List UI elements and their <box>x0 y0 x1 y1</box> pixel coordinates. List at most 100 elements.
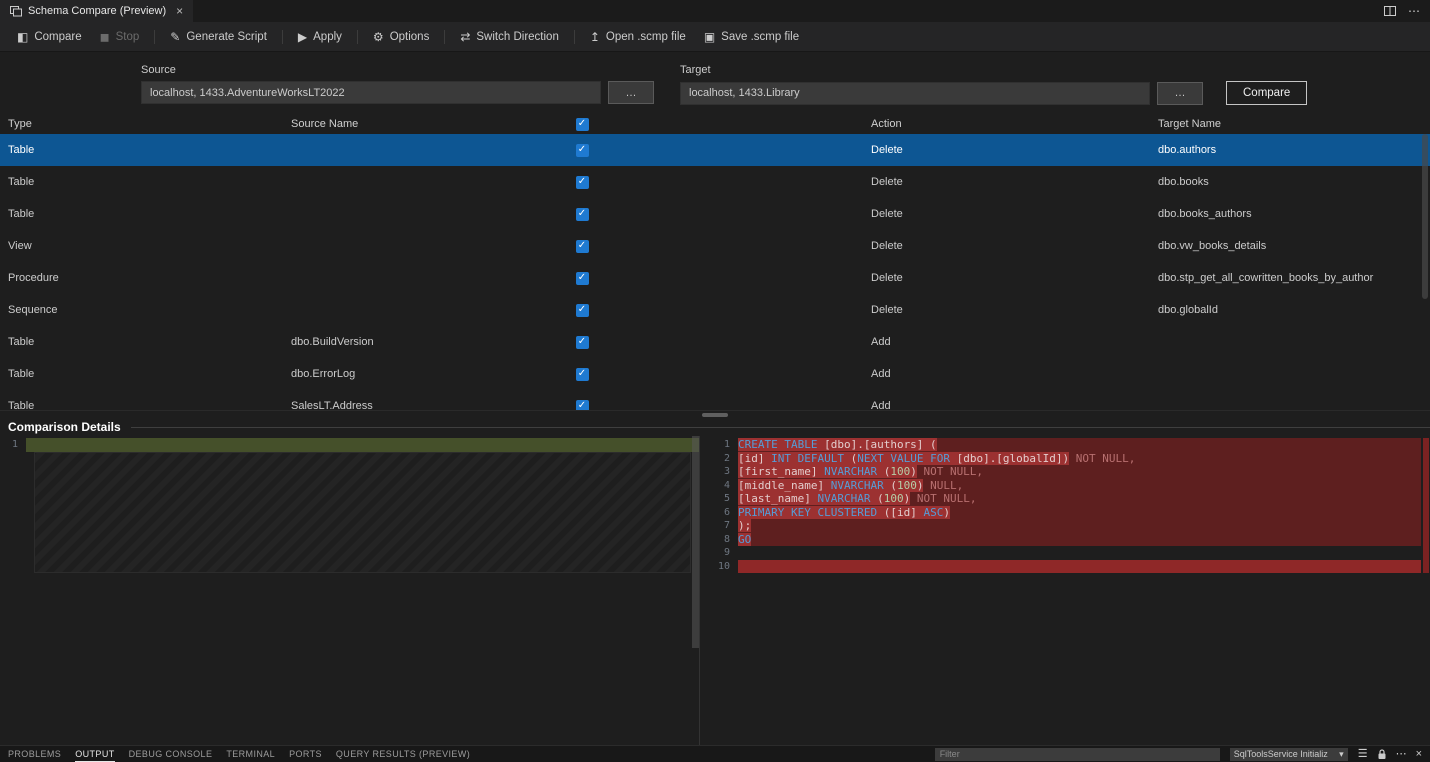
row-type: Table <box>0 208 283 220</box>
compare-button[interactable]: Compare <box>1226 81 1307 105</box>
output-menu-icon[interactable]: ☰ <box>1358 749 1368 760</box>
overview-ruler[interactable] <box>1421 436 1430 745</box>
toolbar-button-apply[interactable]: ▶ Apply <box>289 27 351 47</box>
toolbar-label: Options <box>390 31 430 43</box>
toolbar-button-open-scmp[interactable]: ↥ Open .scmp file <box>581 27 695 47</box>
column-header-target-name[interactable]: Target Name <box>1150 118 1430 130</box>
toolbar-separator <box>357 30 358 44</box>
line-number: 9 <box>712 546 738 560</box>
table-row[interactable]: Table ✓ Delete dbo.authors <box>0 134 1430 166</box>
row-checkbox[interactable]: ✓ <box>576 176 589 189</box>
line-number: 7 <box>712 519 738 533</box>
source-input[interactable] <box>141 81 601 104</box>
table-row[interactable]: Table ✓ Delete dbo.books <box>0 166 1430 198</box>
toolbar-button-switch-direction[interactable]: ⇄ Switch Direction <box>451 27 568 47</box>
row-checkbox[interactable]: ✓ <box>576 336 589 349</box>
panel-tab-problems[interactable]: PROBLEMS <box>8 746 61 762</box>
toolbar-label: Generate Script <box>186 31 267 43</box>
toolbar-button-options[interactable]: ⚙ Options <box>364 27 438 47</box>
line-number: 10 <box>712 560 738 574</box>
panel-tab-debug-console[interactable]: DEBUG CONSOLE <box>129 746 213 762</box>
row-target-name: dbo.authors <box>1150 144 1430 156</box>
column-header-source-name[interactable]: Source Name <box>283 118 569 130</box>
target-input[interactable] <box>680 82 1150 105</box>
table-row[interactable]: View ✓ Delete dbo.vw_books_details <box>0 230 1430 262</box>
diff-target-pane[interactable]: 1 CREATE TABLE [dbo].[authors] ( 2 [id] … <box>700 436 1430 745</box>
target-browse-button[interactable]: … <box>1157 82 1203 105</box>
line-number: 1 <box>0 438 26 452</box>
row-checkbox[interactable]: ✓ <box>576 368 589 381</box>
check-icon: ✓ <box>578 145 586 155</box>
row-action: Delete <box>863 208 1150 220</box>
panel-tab-output[interactable]: OUTPUT <box>75 746 114 762</box>
toolbar-label: Save .scmp file <box>721 31 799 43</box>
code-text: [id] INT DEFAULT (NEXT VALUE FOR [dbo].[… <box>738 452 1430 466</box>
comparison-details-header: Comparison Details <box>0 418 1430 436</box>
row-checkbox[interactable]: ✓ <box>576 240 589 253</box>
row-target-name: dbo.globalId <box>1150 304 1430 316</box>
split-editor-icon[interactable] <box>1384 5 1396 17</box>
toolbar-button-generate-script[interactable]: ✎ Generate Script <box>161 27 276 47</box>
toolbar-label: Apply <box>313 31 342 43</box>
line-number: 8 <box>712 533 738 547</box>
panel-tab-query-results-preview-[interactable]: QUERY RESULTS (PREVIEW) <box>336 746 470 762</box>
panel-resize-sash[interactable] <box>0 410 1430 418</box>
line-number: 2 <box>712 452 738 466</box>
schema-compare-icon <box>10 6 22 17</box>
more-actions-icon[interactable]: ⋯ <box>1396 749 1407 760</box>
diff-source-scrollbar[interactable] <box>692 436 699 648</box>
table-row[interactable]: Table SalesLT.Address ✓ Add <box>0 390 1430 410</box>
select-all-checkbox[interactable]: ✓ <box>576 118 589 131</box>
output-filter-input[interactable] <box>935 748 1220 761</box>
row-checkbox[interactable]: ✓ <box>576 272 589 285</box>
lock-scroll-icon[interactable] <box>1377 749 1387 760</box>
script-icon: ✎ <box>170 31 180 43</box>
diff-source-pane[interactable]: 1 <box>0 436 700 745</box>
line-number: 5 <box>712 492 738 506</box>
check-icon: ✓ <box>578 369 586 379</box>
tab-close-icon[interactable]: × <box>176 4 183 18</box>
diff-editor: 1 1 CREATE TABLE [dbo].[authors] ( 2 [id… <box>0 436 1430 745</box>
diff-target-line: 7 ); <box>712 519 1430 533</box>
row-checkbox[interactable]: ✓ <box>576 208 589 221</box>
toolbar-separator <box>574 30 575 44</box>
toolbar-button-save-scmp[interactable]: ▣ Save .scmp file <box>695 27 808 47</box>
more-actions-icon[interactable]: ⋯ <box>1408 4 1420 18</box>
source-browse-button[interactable]: … <box>608 81 654 104</box>
diff-source-line: 1 <box>0 438 699 452</box>
table-row[interactable]: Table dbo.ErrorLog ✓ Add <box>0 358 1430 390</box>
toolbar-separator <box>154 30 155 44</box>
results-rows: Table ✓ Delete dbo.authors Table ✓ Delet… <box>0 134 1430 410</box>
row-checkbox[interactable]: ✓ <box>576 400 589 411</box>
panel-tab-ports[interactable]: PORTS <box>289 746 322 762</box>
close-panel-icon[interactable]: × <box>1416 749 1422 760</box>
check-icon: ✓ <box>578 337 586 347</box>
toolbar-label: Open .scmp file <box>606 31 686 43</box>
column-header-type[interactable]: Type <box>0 118 283 130</box>
diff-target-line: 5 [last_name] NVARCHAR (100) NOT NULL, <box>712 492 1430 506</box>
row-target-name: dbo.books_authors <box>1150 208 1430 220</box>
table-scrollbar[interactable] <box>1422 134 1428 299</box>
table-row[interactable]: Sequence ✓ Delete dbo.globalId <box>0 294 1430 326</box>
line-number: 3 <box>712 465 738 479</box>
row-action: Add <box>863 336 1150 348</box>
toolbar-button-compare[interactable]: ◧ Compare <box>8 27 91 47</box>
row-checkbox[interactable]: ✓ <box>576 144 589 157</box>
panel-tab-terminal[interactable]: TERMINAL <box>226 746 275 762</box>
check-icon: ✓ <box>578 305 586 315</box>
row-action: Add <box>863 368 1150 380</box>
schema-compare-toolbar: ◧ Compare ◼ Stop ✎ Generate Script ▶ App… <box>0 22 1430 52</box>
table-row[interactable]: Table dbo.BuildVersion ✓ Add <box>0 326 1430 358</box>
toolbar-button-stop[interactable]: ◼ Stop <box>91 27 149 47</box>
row-checkbox[interactable]: ✓ <box>576 304 589 317</box>
output-channel-select[interactable]: SqlToolsService Initializ ▾ <box>1230 748 1348 761</box>
tab-schema-compare[interactable]: Schema Compare (Preview) × <box>0 0 193 22</box>
check-icon: ✓ <box>578 119 586 129</box>
table-row[interactable]: Table ✓ Delete dbo.books_authors <box>0 198 1430 230</box>
column-header-action[interactable]: Action <box>863 118 1150 130</box>
sash-drag-handle[interactable] <box>702 413 728 417</box>
gear-icon: ⚙ <box>373 31 384 43</box>
compare-icon: ◧ <box>17 31 28 43</box>
table-row[interactable]: Procedure ✓ Delete dbo.stp_get_all_cowri… <box>0 262 1430 294</box>
check-icon: ✓ <box>578 209 586 219</box>
